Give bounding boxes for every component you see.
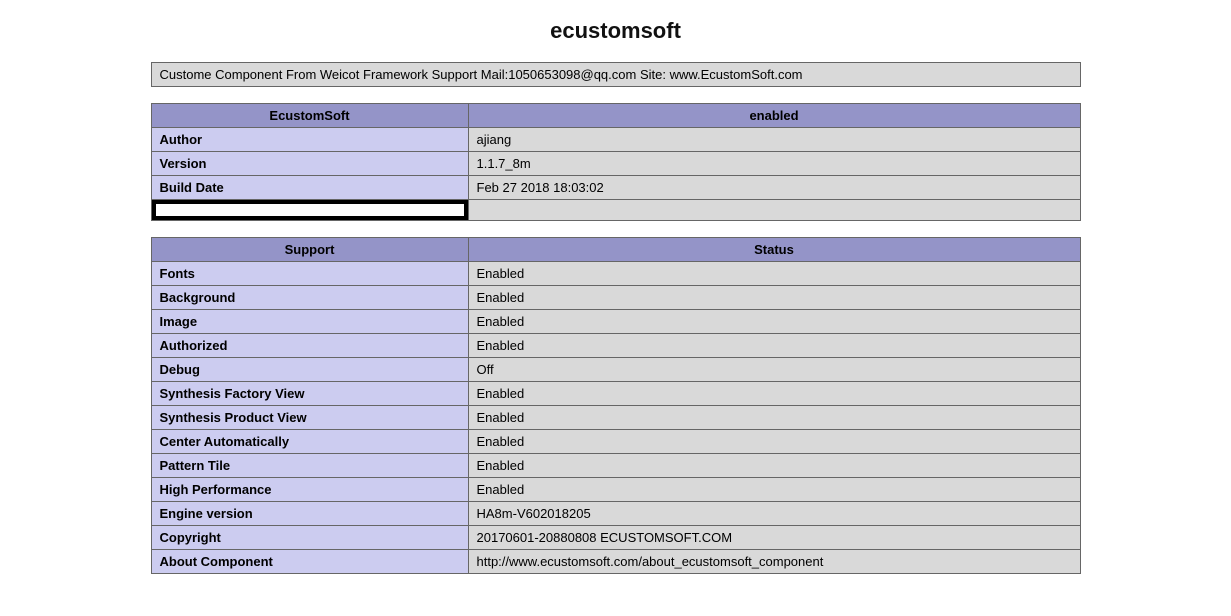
table-row: Synthesis Factory View Enabled	[151, 382, 1080, 406]
row-key: Debug	[151, 358, 468, 382]
table-row: Version 1.1.7_8m	[151, 152, 1080, 176]
row-key: Build Date	[151, 176, 468, 200]
row-val: HA8m-V602018205	[468, 502, 1080, 526]
table-row: Background Enabled	[151, 286, 1080, 310]
table-row: Authorized Enabled	[151, 334, 1080, 358]
redacted-row	[151, 200, 1080, 221]
table-row: Copyright 20170601-20880808 ECUSTOMSOFT.…	[151, 526, 1080, 550]
row-key: Pattern Tile	[151, 454, 468, 478]
row-key: Authorized	[151, 334, 468, 358]
row-val: Enabled	[468, 406, 1080, 430]
redacted-val	[468, 200, 1080, 221]
row-key: Copyright	[151, 526, 468, 550]
row-key: About Component	[151, 550, 468, 574]
table-row: Author ajiang	[151, 128, 1080, 152]
row-key: Image	[151, 310, 468, 334]
row-val: Enabled	[468, 430, 1080, 454]
row-key: Engine version	[151, 502, 468, 526]
redacted-key	[151, 200, 468, 221]
table-row: Image Enabled	[151, 310, 1080, 334]
table-row: Engine version HA8m-V602018205	[151, 502, 1080, 526]
table-row: Synthesis Product View Enabled	[151, 406, 1080, 430]
row-key: Fonts	[151, 262, 468, 286]
row-val: Off	[468, 358, 1080, 382]
support-header-right: Status	[468, 238, 1080, 262]
support-header-left: Support	[151, 238, 468, 262]
table-row: Pattern Tile Enabled	[151, 454, 1080, 478]
table-row: Center Automatically Enabled	[151, 430, 1080, 454]
info-header-left: EcustomSoft	[151, 104, 468, 128]
row-val: 20170601-20880808 ECUSTOMSOFT.COM	[468, 526, 1080, 550]
intro-banner: Custome Component From Weicot Framework …	[151, 62, 1081, 87]
table-row: High Performance Enabled	[151, 478, 1080, 502]
row-key: Author	[151, 128, 468, 152]
table-row: Debug Off	[151, 358, 1080, 382]
row-val: Enabled	[468, 286, 1080, 310]
row-val: Enabled	[468, 478, 1080, 502]
row-key: Background	[151, 286, 468, 310]
row-key: Synthesis Product View	[151, 406, 468, 430]
support-table: Support Status Fonts Enabled Background …	[151, 237, 1081, 574]
info-table: EcustomSoft enabled Author ajiang Versio…	[151, 103, 1081, 221]
info-header-right: enabled	[468, 104, 1080, 128]
row-key: Center Automatically	[151, 430, 468, 454]
row-val: Enabled	[468, 262, 1080, 286]
table-row: About Component http://www.ecustomsoft.c…	[151, 550, 1080, 574]
redaction-bar	[152, 200, 468, 220]
row-val: Enabled	[468, 454, 1080, 478]
row-val: ajiang	[468, 128, 1080, 152]
row-val: Enabled	[468, 334, 1080, 358]
row-val: Enabled	[468, 310, 1080, 334]
row-key: High Performance	[151, 478, 468, 502]
row-key: Version	[151, 152, 468, 176]
page-title: ecustomsoft	[151, 18, 1081, 44]
table-row: Build Date Feb 27 2018 18:03:02	[151, 176, 1080, 200]
row-val: Enabled	[468, 382, 1080, 406]
row-val: Feb 27 2018 18:03:02	[468, 176, 1080, 200]
row-val: 1.1.7_8m	[468, 152, 1080, 176]
table-row: Fonts Enabled	[151, 262, 1080, 286]
row-key: Synthesis Factory View	[151, 382, 468, 406]
row-val: http://www.ecustomsoft.com/about_ecustom…	[468, 550, 1080, 574]
